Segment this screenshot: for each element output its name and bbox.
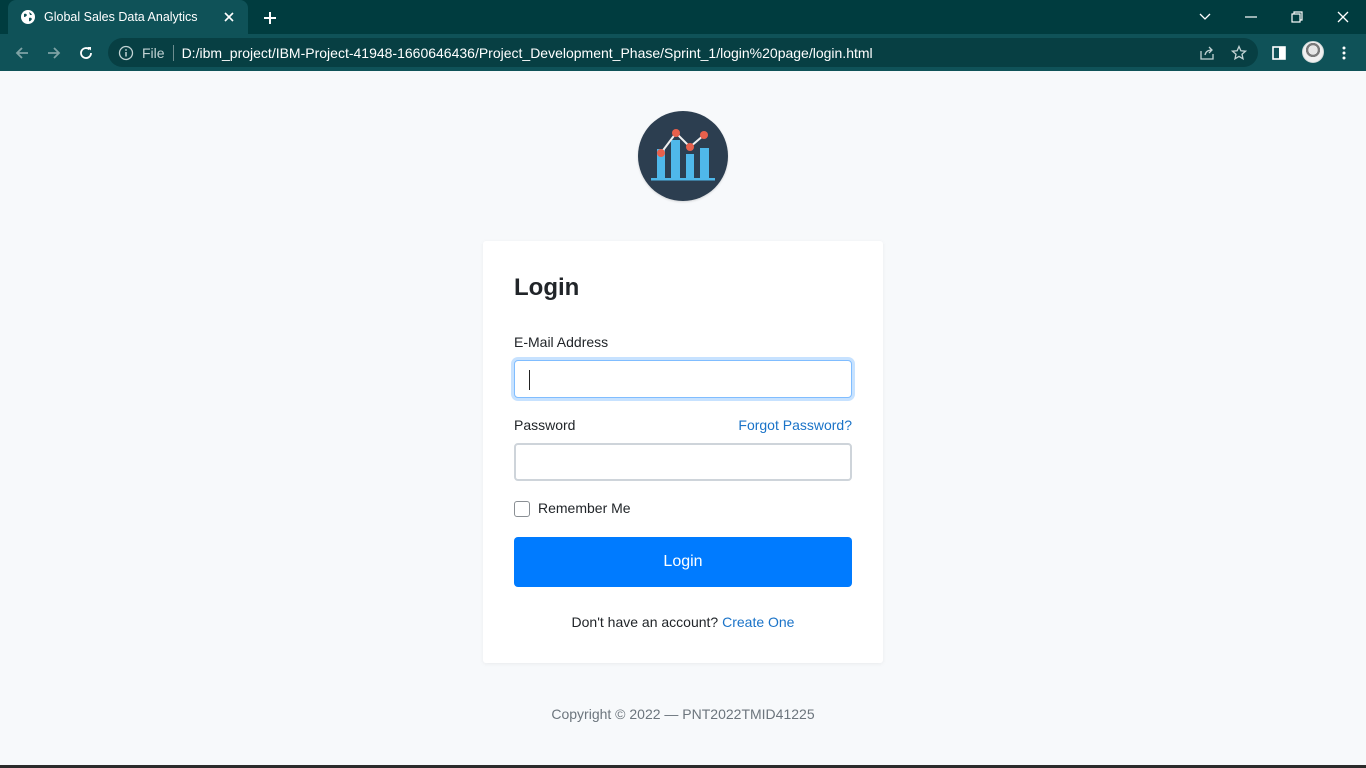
star-icon[interactable] xyxy=(1230,44,1248,62)
tab-title: Global Sales Data Analytics xyxy=(44,10,198,24)
url-text[interactable]: D:/ibm_project/IBM-Project-41948-1660646… xyxy=(182,45,873,61)
login-card: Login E-Mail Address Password Forgot Pas… xyxy=(483,241,883,663)
kebab-menu-icon[interactable] xyxy=(1333,42,1355,64)
minimize-icon[interactable] xyxy=(1240,6,1262,28)
create-account-link[interactable]: Create One xyxy=(722,614,794,630)
browser-toolbar: File D:/ibm_project/IBM-Project-41948-16… xyxy=(0,34,1366,71)
avatar[interactable] xyxy=(1302,41,1324,63)
restore-icon[interactable] xyxy=(1286,6,1308,28)
signup-text: Don't have an account? xyxy=(571,614,723,630)
side-panel-icon[interactable] xyxy=(1268,42,1290,64)
browser-tab[interactable]: Global Sales Data Analytics xyxy=(8,0,248,34)
forward-arrow-icon[interactable] xyxy=(42,41,66,65)
page-title: Login xyxy=(514,274,580,301)
globe-icon xyxy=(20,9,36,25)
browser-titlebar: Global Sales Data Analytics xyxy=(0,0,1366,34)
password-label: Password xyxy=(514,417,576,433)
plus-icon[interactable] xyxy=(260,8,280,28)
analytics-logo-icon xyxy=(638,111,728,201)
login-button[interactable]: Login xyxy=(514,537,852,587)
back-arrow-icon[interactable] xyxy=(10,41,34,65)
remember-me-checkbox[interactable] xyxy=(514,501,530,517)
address-bar[interactable]: File D:/ibm_project/IBM-Project-41948-16… xyxy=(108,38,1258,67)
email-label: E-Mail Address xyxy=(514,334,609,350)
omnibox-divider xyxy=(172,44,174,61)
email-field[interactable] xyxy=(514,360,852,398)
text-caret xyxy=(529,370,530,390)
close-window-icon[interactable] xyxy=(1332,6,1354,28)
chevron-down-icon[interactable] xyxy=(1194,6,1216,28)
share-icon[interactable] xyxy=(1198,44,1216,62)
signup-prompt: Don't have an account? Create One xyxy=(483,614,883,630)
forgot-password-link[interactable]: Forgot Password? xyxy=(738,417,852,433)
info-icon[interactable] xyxy=(118,45,134,61)
remember-me-label[interactable]: Remember Me xyxy=(538,500,631,516)
scheme-label: File xyxy=(142,44,165,61)
footer-copyright: Copyright © 2022 — PNT2022TMID41225 xyxy=(551,706,815,722)
close-icon[interactable] xyxy=(220,8,238,26)
reload-icon[interactable] xyxy=(74,41,98,65)
password-field[interactable] xyxy=(514,443,852,481)
